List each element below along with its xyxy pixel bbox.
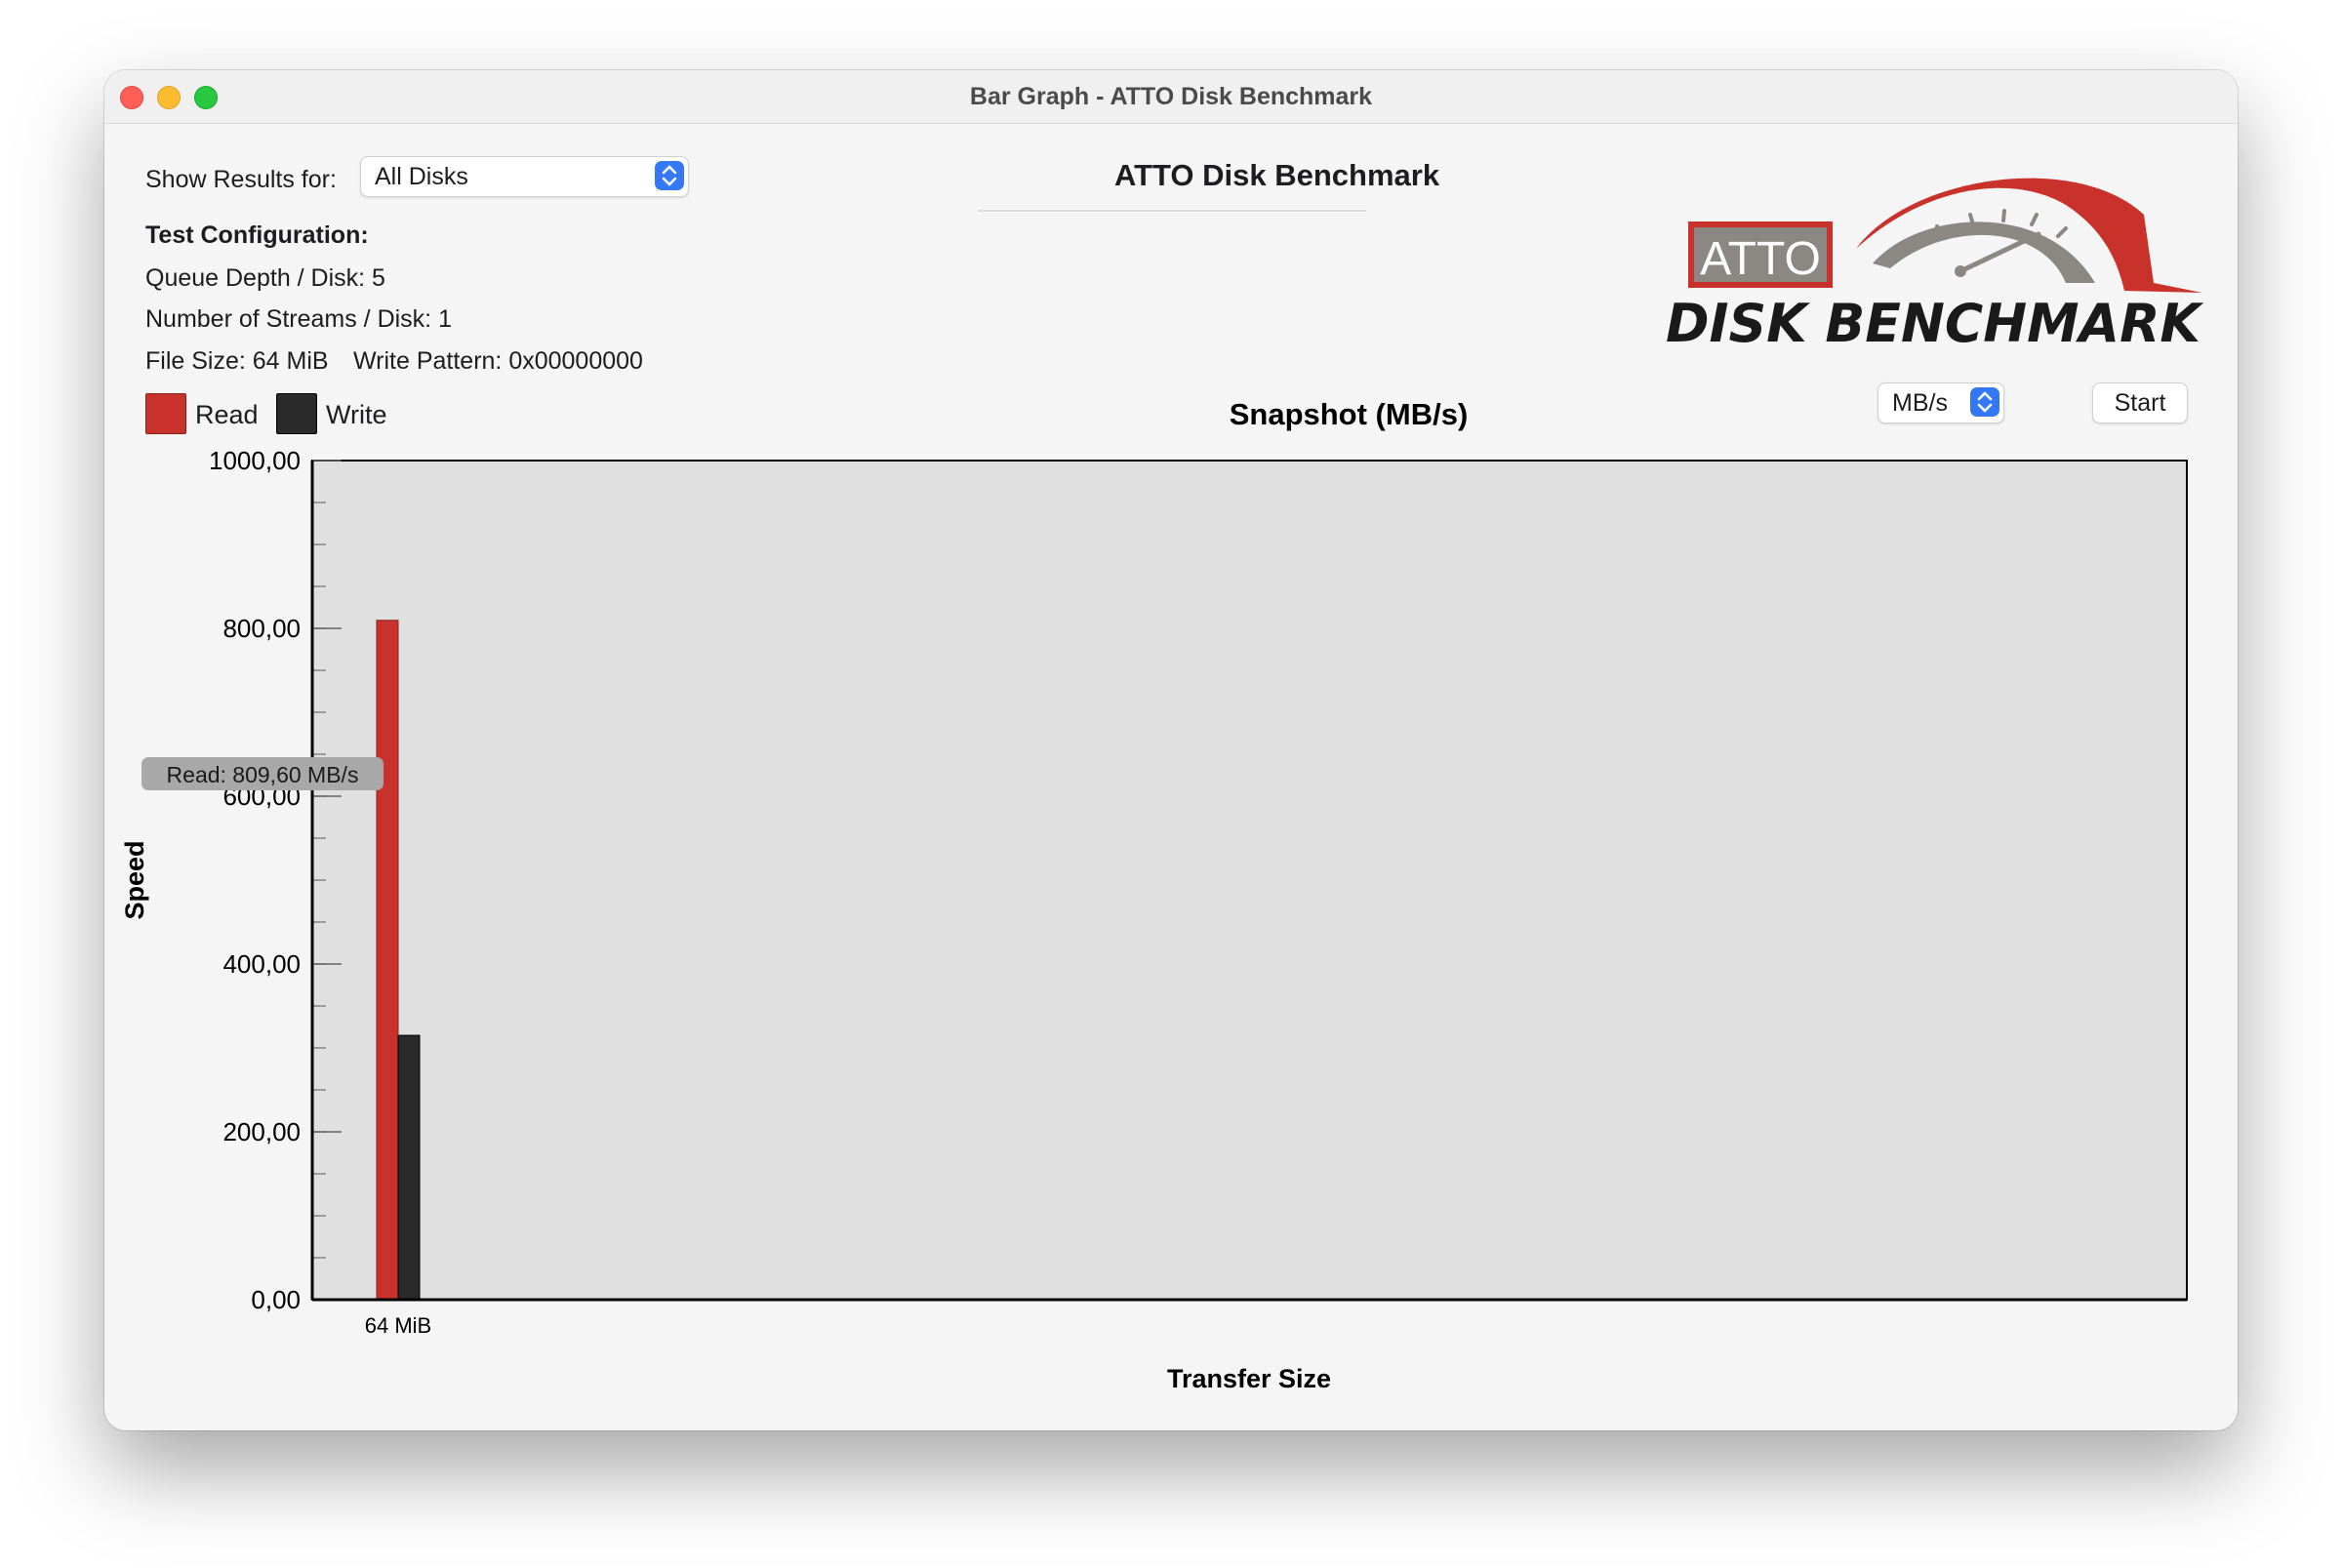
bar-tooltip: Read: 809,60 MB/s: [141, 757, 384, 790]
bar-write[interactable]: [397, 1034, 421, 1301]
y-tick-label: 1000,00: [209, 446, 301, 475]
y-tick-label: 400,00: [222, 949, 301, 979]
plot-area: [311, 460, 2188, 1301]
tooltip-text: Read: 809,60 MB/s: [167, 762, 359, 787]
x-tick-labels: 64 MiB: [365, 1313, 431, 1338]
app-window: Bar Graph - ATTO Disk Benchmark Show Res…: [104, 70, 2238, 1430]
bar-chart: 0,00200,00400,00600,00800,001000,00 64 M…: [120, 446, 2188, 1393]
x-axis-label: Transfer Size: [1167, 1364, 1331, 1393]
bar-read[interactable]: [376, 620, 399, 1301]
y-tick-label: 200,00: [222, 1117, 301, 1146]
y-tick-label: 0,00: [251, 1285, 301, 1314]
x-tick-label: 64 MiB: [365, 1313, 431, 1338]
y-axis-label: Speed: [120, 840, 149, 919]
y-tick-label: 800,00: [222, 614, 301, 643]
y-tick-labels: 0,00200,00400,00600,00800,001000,00: [209, 446, 301, 1314]
